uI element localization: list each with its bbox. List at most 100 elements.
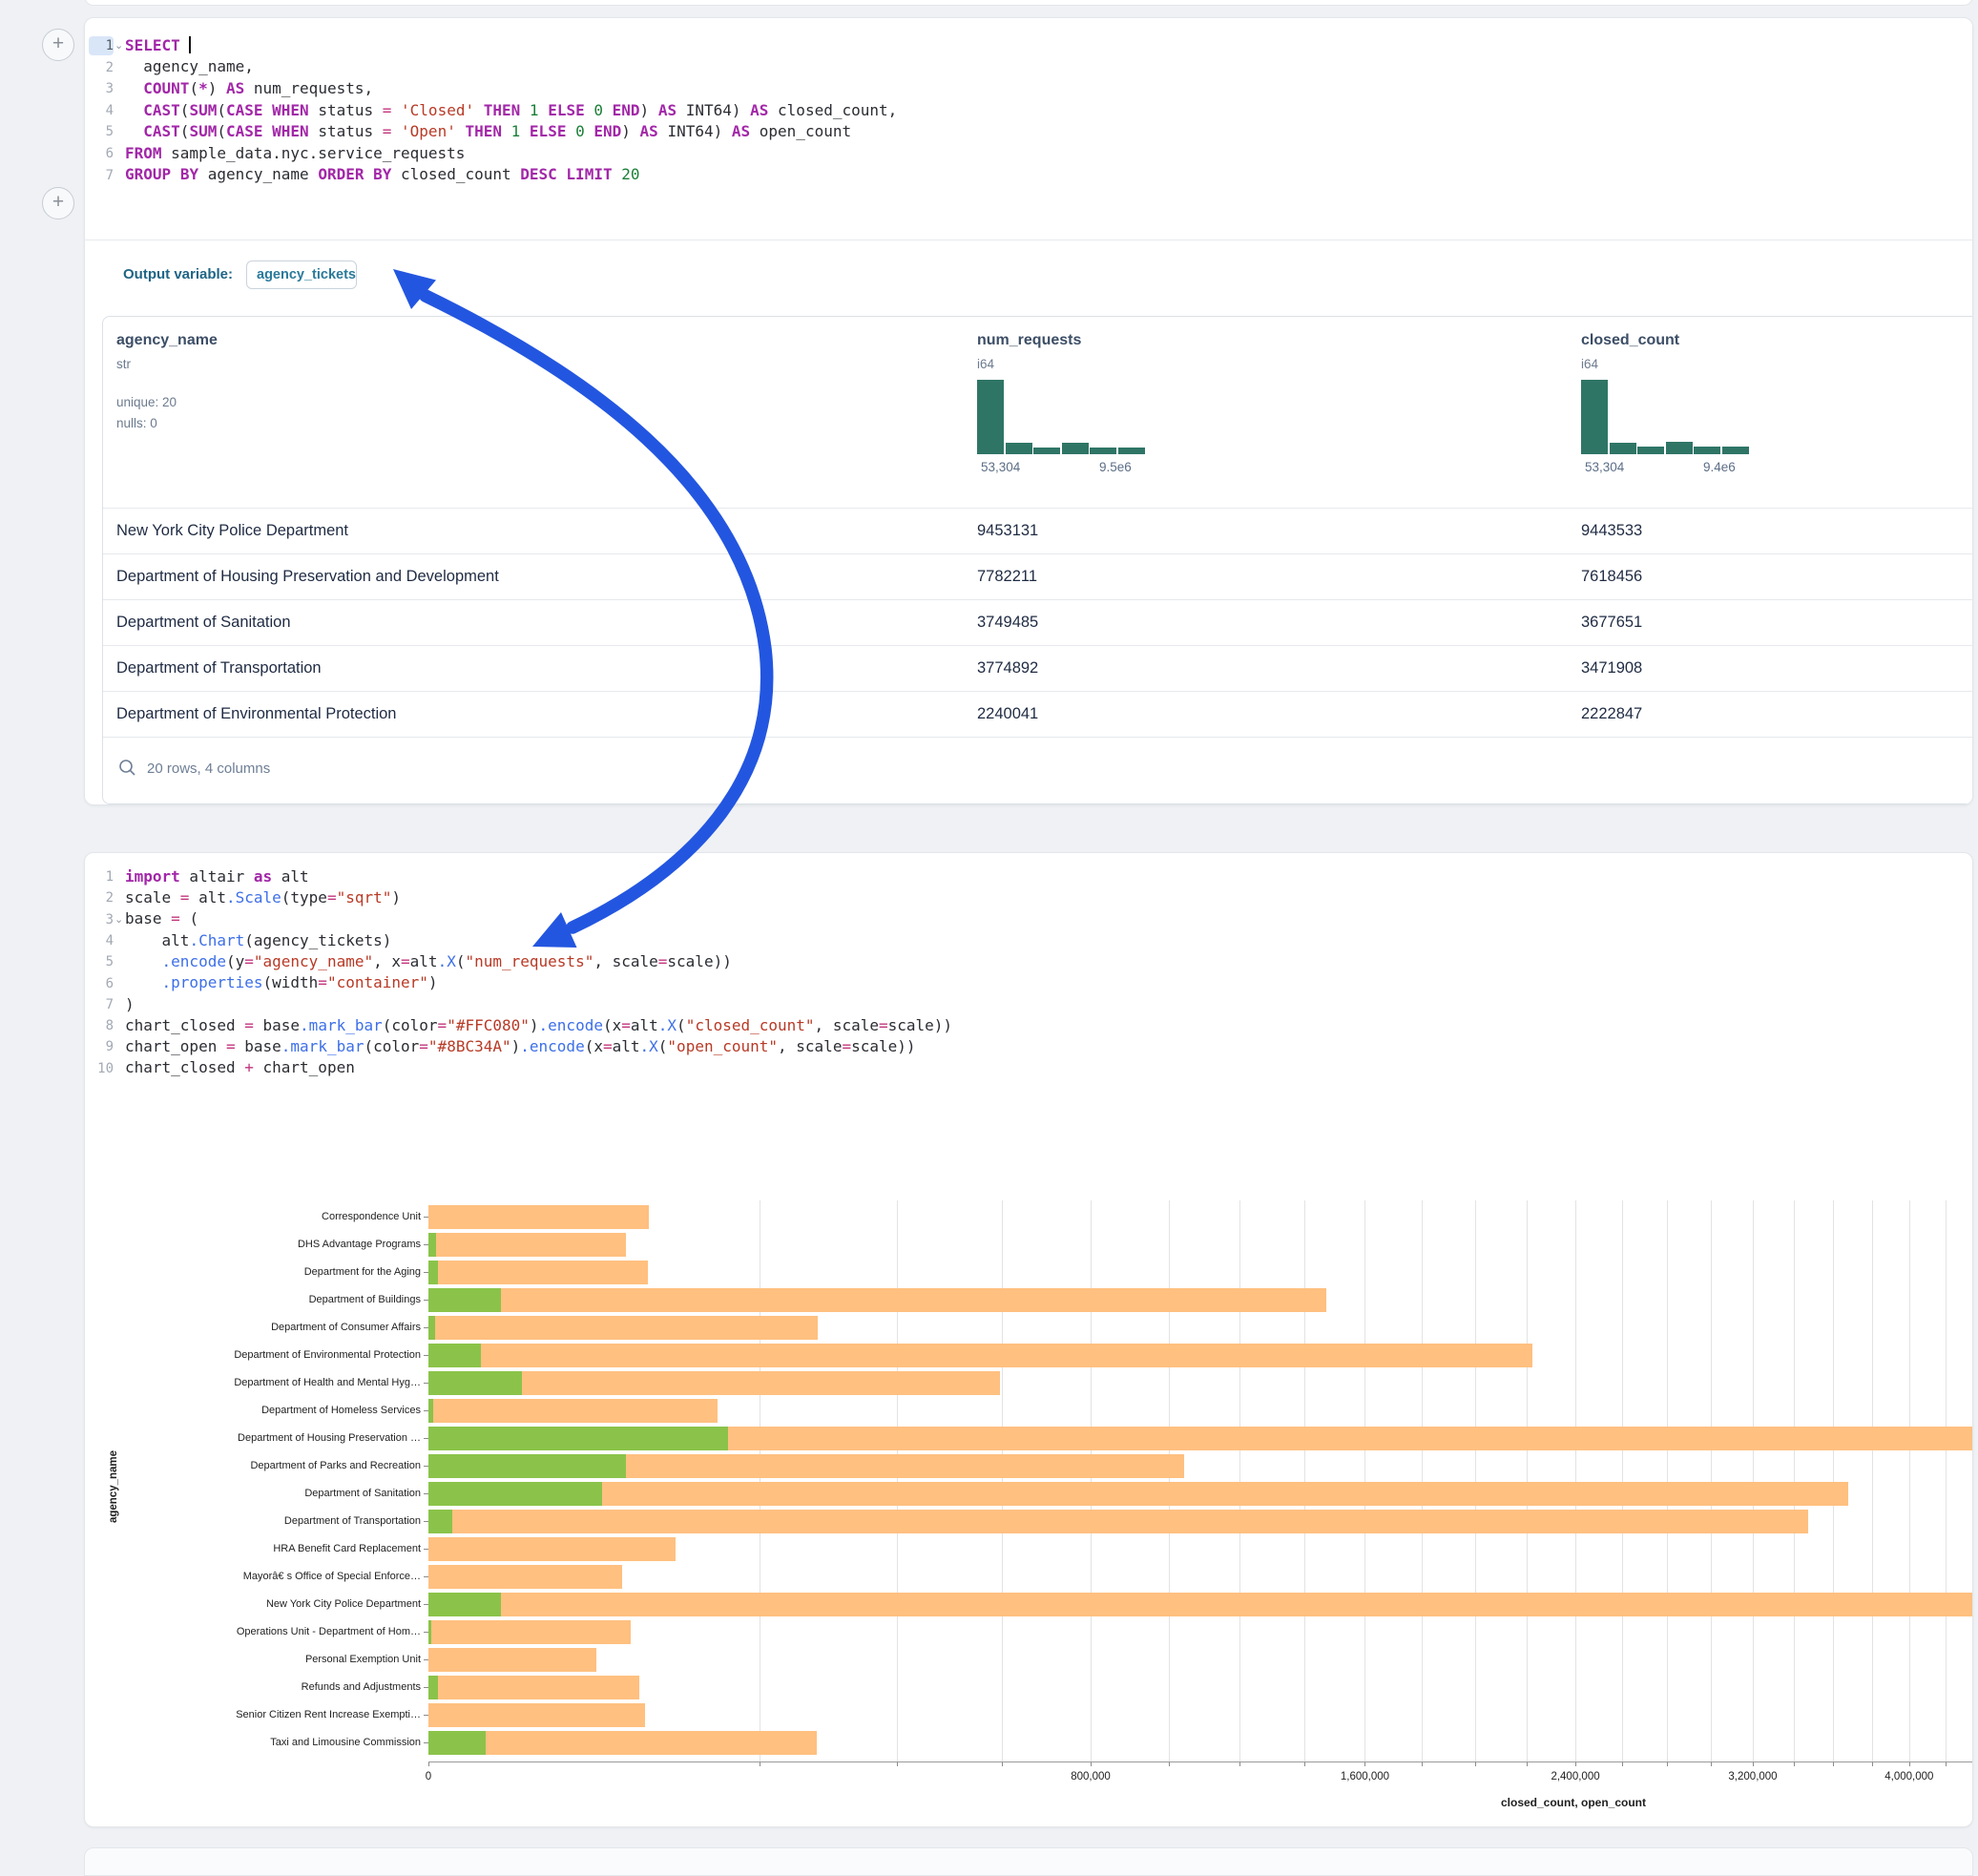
code-line[interactable]: FROM sample_data.nyc.service_requests <box>125 143 465 165</box>
fold-chevron-icon[interactable]: ⌄ <box>115 39 123 52</box>
histogram-bar <box>1033 448 1060 454</box>
bar-open_count <box>428 1371 522 1395</box>
code-line[interactable]: COUNT(*) AS num_requests, <box>125 78 373 100</box>
text-cursor <box>189 36 191 53</box>
results-table: agency_namestrunique: 20nulls: 0num_requ… <box>102 316 1973 804</box>
code-line[interactable]: GROUP BY agency_name ORDER BY closed_cou… <box>125 164 640 186</box>
bar-open_count <box>428 1593 501 1616</box>
y-axis-label: Department for the Aging <box>96 1266 421 1278</box>
column-type: i64 <box>1581 357 1598 371</box>
line-number: 3 <box>89 79 114 98</box>
y-axis-label: Correspondence Unit <box>96 1211 421 1222</box>
column-header[interactable]: num_requests <box>977 332 1081 349</box>
code-line[interactable]: CAST(SUM(CASE WHEN status = 'Closed' THE… <box>125 100 897 122</box>
bar-closed_count <box>428 1731 817 1755</box>
output-variable-pill[interactable]: agency_tickets <box>246 261 357 289</box>
code-line[interactable]: chart_closed = base.mark_bar(color="#FFC… <box>125 1015 952 1037</box>
code-line[interactable]: .encode(y="agency_name", x=alt.X("num_re… <box>125 951 732 973</box>
cell-value: 7618456 <box>1581 568 1642 586</box>
bar-closed_count <box>428 1482 1848 1506</box>
bar-closed_count <box>428 1593 1973 1616</box>
y-axis-label: Department of Housing Preservation … <box>96 1432 421 1444</box>
table-row[interactable]: Department of Housing Preservation and D… <box>103 553 1973 599</box>
line-number: 4 <box>89 931 114 950</box>
x-axis-tick-label: 0 <box>426 1771 431 1782</box>
histogram-max-label: 9.5e6 <box>1099 460 1132 474</box>
table-row[interactable]: Department of Environmental Protection22… <box>103 691 1973 737</box>
code-line[interactable]: base = ( <box>125 908 198 930</box>
bar-closed_count <box>428 1288 1326 1312</box>
bar-closed_count <box>428 1233 626 1257</box>
bar-open_count <box>428 1427 728 1450</box>
bar-closed_count <box>428 1620 631 1644</box>
line-number: 7 <box>89 995 114 1014</box>
table-footer: 20 rows, 4 columns <box>103 737 1973 803</box>
line-number: 7 <box>89 166 114 185</box>
code-line[interactable]: ) <box>125 994 135 1016</box>
code-line[interactable]: CAST(SUM(CASE WHEN status = 'Open' THEN … <box>125 121 851 143</box>
histogram-bar <box>1610 443 1636 454</box>
histogram-max-label: 9.4e6 <box>1703 460 1736 474</box>
bar-open_count <box>428 1454 626 1478</box>
line-number: 3 <box>89 910 114 929</box>
column-type: i64 <box>977 357 994 371</box>
table-row-count: 20 rows, 4 columns <box>147 761 270 777</box>
y-axis-label: Mayorâ€ s Office of Special Enforce… <box>96 1571 421 1582</box>
line-number: 10 <box>89 1059 114 1078</box>
histogram-bar <box>1722 447 1749 454</box>
line-number: 5 <box>89 952 114 971</box>
code-line[interactable]: chart_open = base.mark_bar(color="#8BC34… <box>125 1036 916 1058</box>
cell-value: 7782211 <box>977 568 1037 586</box>
bar-open_count <box>428 1399 433 1423</box>
x-axis-tick-label: 2,400,000 <box>1551 1771 1599 1782</box>
code-line[interactable]: .properties(width="container") <box>125 972 438 994</box>
gridline <box>1909 1200 1910 1761</box>
line-number: 8 <box>89 1016 114 1035</box>
bar-open_count <box>428 1344 481 1367</box>
cell-value: 3471908 <box>1581 659 1642 677</box>
bar-closed_count <box>428 1648 596 1672</box>
search-icon[interactable] <box>118 759 136 782</box>
code-line[interactable]: SELECT <box>125 35 191 57</box>
add-cell-button[interactable]: + <box>42 187 74 219</box>
y-axis-label: Department of Homeless Services <box>96 1405 421 1416</box>
x-axis-title: closed_count, open_count <box>1501 1796 1646 1809</box>
python-cell-card: 1import altair as alt2scale = alt.Scale(… <box>84 852 1973 1827</box>
code-line[interactable]: agency_name, <box>125 56 254 78</box>
y-axis-label: Senior Citizen Rent Increase Exempti… <box>96 1709 421 1720</box>
x-axis-line <box>428 1761 1973 1762</box>
bar-open_count <box>428 1482 602 1506</box>
y-axis-label: Department of Sanitation <box>96 1488 421 1499</box>
column-histogram <box>1581 380 1749 454</box>
bar-open_count <box>428 1288 501 1312</box>
code-line[interactable]: scale = alt.Scale(type="sqrt") <box>125 887 401 909</box>
bar-open_count <box>428 1510 452 1533</box>
table-row[interactable]: Department of Sanitation37494853677651 <box>103 599 1973 645</box>
y-axis-label: Refunds and Adjustments <box>96 1681 421 1693</box>
sql-cell-card: 1⌄SELECT 2 agency_name,3 COUNT(*) AS num… <box>84 17 1973 805</box>
cell-agency-name: Department of Sanitation <box>116 614 291 632</box>
y-axis-label: Department of Health and Mental Hyg… <box>96 1377 421 1388</box>
cell-agency-name: New York City Police Department <box>116 522 348 540</box>
bar-closed_count <box>428 1565 622 1589</box>
line-number: 2 <box>89 888 114 907</box>
column-header[interactable]: closed_count <box>1581 332 1679 349</box>
table-row[interactable]: New York City Police Department945313194… <box>103 508 1973 553</box>
column-header[interactable]: agency_name <box>116 332 218 349</box>
histogram-bar <box>1637 447 1664 454</box>
fold-chevron-icon[interactable]: ⌄ <box>115 913 123 926</box>
output-variable-label: Output variable: <box>123 266 233 282</box>
table-row[interactable]: Department of Transportation377489234719… <box>103 645 1973 691</box>
x-axis-tick-label: 3,200,000 <box>1728 1771 1777 1782</box>
cell-value: 3774892 <box>977 659 1038 677</box>
x-axis-tick-label: 4,000,000 <box>1884 1771 1933 1782</box>
code-line[interactable]: alt.Chart(agency_tickets) <box>125 930 391 952</box>
gridline <box>1946 1200 1947 1761</box>
code-line[interactable]: chart_closed + chart_open <box>125 1057 355 1079</box>
add-cell-button[interactable]: + <box>42 29 74 61</box>
histogram-bar <box>1118 448 1145 454</box>
code-line[interactable]: import altair as alt <box>125 866 309 888</box>
histogram-bar <box>1666 442 1693 454</box>
bar-closed_count <box>428 1703 645 1727</box>
line-number: 6 <box>89 144 114 163</box>
